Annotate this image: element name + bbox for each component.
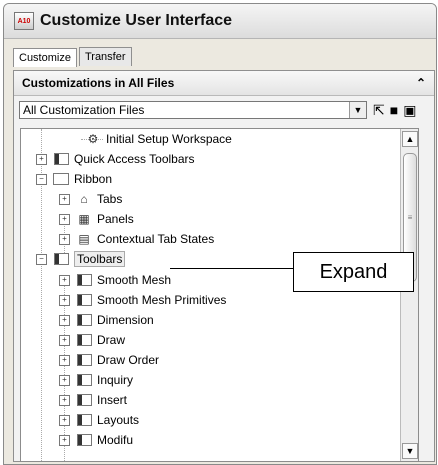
folder-icon — [51, 173, 71, 185]
tree-item-draw-order[interactable]: + Draw Order — [59, 350, 159, 370]
tree-item-label: Ribbon — [74, 172, 113, 186]
plus-icon[interactable]: + — [36, 153, 47, 165]
tree-item-label: Dimension — [97, 313, 154, 327]
toolbar-icon — [74, 374, 94, 386]
callout-line — [170, 268, 293, 269]
plus-icon[interactable]: + — [59, 233, 70, 245]
selected-file-label: All Customization Files — [23, 103, 145, 117]
plus-icon[interactable]: + — [59, 434, 70, 446]
plus-icon[interactable]: + — [59, 394, 70, 406]
expand-callout: Expand — [293, 252, 414, 292]
tree-item-label: Tabs — [97, 192, 123, 206]
customization-tree[interactable]: ⚙ Initial Setup Workspace + Quick Access… — [20, 128, 419, 462]
tree-item-label: Smooth Mesh — [97, 273, 172, 287]
tree-item-tabs[interactable]: + ⌂ Tabs — [59, 189, 122, 209]
plus-icon[interactable]: + — [59, 314, 70, 326]
minus-icon[interactable]: − — [36, 173, 47, 185]
panel-header: Customizations in All Files ⌃ — [14, 71, 434, 96]
tree-item-label: Smooth Mesh Primitives — [97, 293, 227, 307]
tab-customize[interactable]: Customize — [13, 48, 77, 67]
tree-item-smooth-mesh-primitives[interactable]: + Smooth Mesh Primitives — [59, 290, 226, 310]
tree-item-panels[interactable]: + ▦ Panels — [59, 209, 134, 229]
tree-item-layouts[interactable]: + Layouts — [59, 410, 139, 430]
tree-item-label: Insert — [97, 393, 128, 407]
autocad-icon: A10 — [14, 12, 34, 30]
file-toolbar: All Customization Files ▼ ⇱ ■ ▣ — [14, 96, 434, 124]
tree-item-modifu[interactable]: + Modifu — [59, 430, 133, 450]
tree-item-label: Toolbars — [74, 251, 126, 267]
title-bar: A10 Customize User Interface — [4, 4, 436, 39]
tab-transfer[interactable]: Transfer — [78, 47, 132, 66]
toolbar-icon — [51, 253, 71, 265]
load-icon[interactable]: ▣ — [403, 102, 416, 119]
tree-item-initial-setup-workspace[interactable]: ⚙ Initial Setup Workspace — [83, 129, 232, 149]
tree-item-inquiry[interactable]: + Inquiry — [59, 370, 133, 390]
ribbon-panels-icon: ▦ — [78, 212, 90, 226]
chevron-down-icon[interactable]: ▼ — [349, 102, 366, 118]
plus-icon[interactable]: + — [59, 374, 70, 386]
plus-icon[interactable]: + — [59, 193, 70, 205]
plus-icon[interactable]: + — [59, 274, 70, 286]
toolbar-icon — [74, 414, 94, 426]
toolbar-icon — [74, 274, 94, 286]
contextual-tab-icon: ▤ — [78, 232, 90, 246]
tree-item-label: Contextual Tab States — [97, 232, 215, 246]
toolbar-icon — [74, 314, 94, 326]
tree-item-quick-access-toolbars[interactable]: + Quick Access Toolbars — [36, 149, 195, 169]
toolbar-icon — [74, 354, 94, 366]
tree-item-label: Initial Setup Workspace — [106, 132, 232, 146]
plus-icon[interactable]: + — [59, 294, 70, 306]
minus-icon[interactable]: − — [36, 253, 47, 265]
plus-icon[interactable]: + — [59, 213, 70, 225]
tree-item-smooth-mesh[interactable]: + Smooth Mesh — [59, 270, 171, 290]
customization-files-select[interactable]: All Customization Files ▼ — [19, 101, 367, 119]
tree-item-ribbon[interactable]: − Ribbon — [36, 169, 112, 189]
tree-item-label: Layouts — [97, 413, 140, 427]
scroll-up-icon[interactable]: ▲ — [402, 131, 418, 147]
toolbar-icon — [74, 394, 94, 406]
tree-item-toolbars[interactable]: − Toolbars — [36, 249, 126, 269]
tree-item-insert[interactable]: + Insert — [59, 390, 127, 410]
panel-title: Customizations in All Files — [22, 76, 175, 90]
tree-item-label: Panels — [97, 212, 134, 226]
toolbar-icon — [51, 153, 71, 165]
tree-item-label: Inquiry — [97, 373, 134, 387]
scroll-down-icon[interactable]: ▼ — [402, 443, 418, 459]
toolbar-icons: ⇱ ■ ▣ — [373, 102, 416, 119]
ribbon-tabs-icon: ⌂ — [80, 192, 88, 206]
plus-icon[interactable]: + — [59, 334, 70, 346]
window-title: Customize User Interface — [40, 12, 233, 29]
tree-item-label: Quick Access Toolbars — [74, 152, 195, 166]
tree-item-draw[interactable]: + Draw — [59, 330, 125, 350]
tree-item-label: Modifu — [97, 433, 134, 447]
plus-icon[interactable]: + — [59, 414, 70, 426]
double-chevron-up-icon[interactable]: ⌃ — [416, 76, 426, 90]
open-icon[interactable]: ⇱ — [373, 102, 385, 119]
tree-item-contextual-tab-states[interactable]: + ▤ Contextual Tab States — [59, 229, 214, 249]
save-icon[interactable]: ■ — [390, 102, 398, 119]
vertical-scrollbar[interactable]: ▲ ≡ ▼ — [400, 129, 418, 461]
tree-item-label: Draw — [97, 333, 126, 347]
tree-item-label: Draw Order — [97, 353, 160, 367]
gear-icon: ⚙ — [87, 132, 99, 146]
toolbar-icon — [74, 434, 94, 446]
toolbar-icon — [74, 334, 94, 346]
toolbar-icon — [74, 294, 94, 306]
tab-bar: Customize Transfer — [13, 47, 134, 67]
plus-icon[interactable]: + — [59, 354, 70, 366]
tree-item-dimension[interactable]: + Dimension — [59, 310, 154, 330]
